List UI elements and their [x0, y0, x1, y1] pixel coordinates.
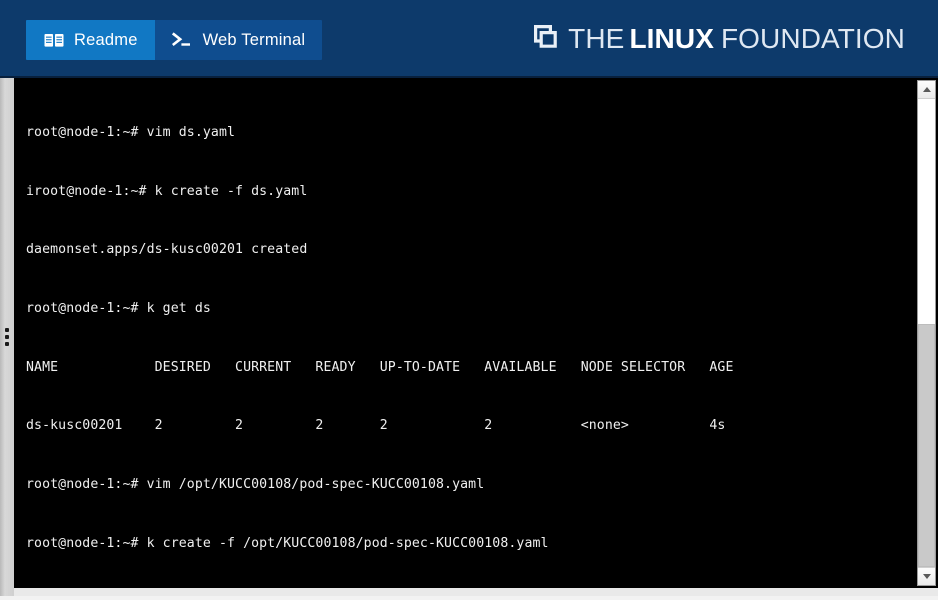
terminal-console[interactable]: root@node-1:~# vim ds.yaml iroot@node-1:… — [14, 78, 938, 588]
brand-the: THE — [568, 23, 625, 54]
tab-readme[interactable]: Readme — [26, 20, 155, 60]
linux-foundation-brand: THE LINUX FOUNDATION — [532, 20, 905, 58]
terminal-panel: root@node-1:~# vim ds.yaml iroot@node-1:… — [0, 78, 938, 600]
scrollbar-up-button[interactable] — [918, 81, 935, 99]
web-terminal-app: Readme Web Terminal THE LINUX FOUNDATION… — [0, 0, 938, 600]
terminal-line: root@node-1:~# k get ds — [26, 301, 211, 317]
tab-bar: Readme Web Terminal — [26, 20, 323, 60]
terminal-line: NAME DESIRED CURRENT READY UP-TO-DATE AV… — [26, 359, 734, 375]
terminal-scrollbar[interactable] — [917, 80, 936, 586]
terminal-prompt-icon — [171, 31, 194, 49]
chevron-down-icon — [922, 574, 931, 579]
terminal-output: root@node-1:~# vim ds.yaml iroot@node-1:… — [26, 84, 898, 588]
chevron-up-icon — [922, 87, 931, 92]
terminal-line: ds-kusc00201 2 2 2 2 2 <none> 4s — [26, 418, 726, 434]
scrollbar-thumb[interactable] — [918, 323, 935, 567]
scrollbar-track[interactable] — [918, 99, 935, 567]
tab-web-terminal-label: Web Terminal — [202, 30, 306, 49]
linux-foundation-logo-icon — [532, 23, 559, 55]
tab-readme-label: Readme — [74, 30, 138, 49]
scrollbar-down-button[interactable] — [918, 567, 935, 585]
brand-wordmark: THE LINUX FOUNDATION — [568, 25, 905, 53]
terminal-line: root@node-1:~# vim ds.yaml — [26, 125, 236, 141]
panel-splitter[interactable] — [0, 78, 14, 596]
page-header: Readme Web Terminal THE LINUX FOUNDATION — [0, 0, 938, 78]
brand-foundation: FOUNDATION — [720, 23, 905, 54]
drag-handle-dots-icon — [5, 328, 9, 346]
terminal-line: root@node-1:~# vim /opt/KUCC00108/pod-sp… — [26, 476, 485, 492]
terminal-line: daemonset.apps/ds-kusc00201 created — [26, 242, 308, 258]
terminal-line: iroot@node-1:~# k create -f ds.yaml — [26, 183, 308, 199]
book-icon — [43, 31, 65, 49]
brand-linux: LINUX — [629, 23, 714, 54]
tab-web-terminal[interactable]: Web Terminal — [155, 20, 323, 60]
terminal-line: root@node-1:~# k create -f /opt/KUCC0010… — [26, 535, 549, 551]
